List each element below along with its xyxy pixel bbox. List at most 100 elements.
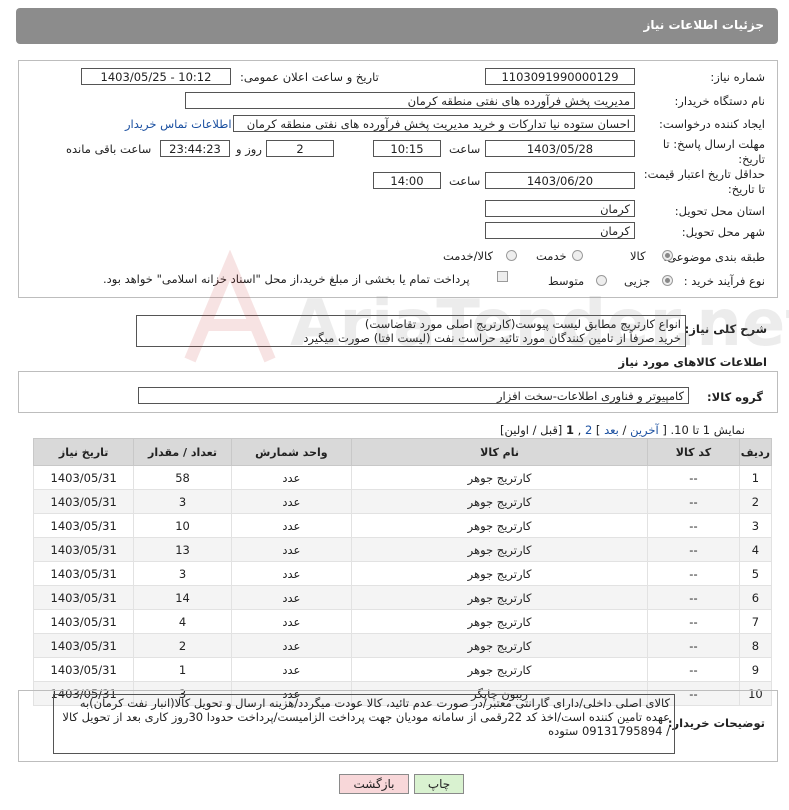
cell-row-number: 2	[738, 489, 773, 514]
cell-need-date: 1403/05/31	[32, 489, 135, 514]
cell-need-date: 1403/05/31	[32, 585, 135, 610]
need-number-field: 1103091990000129	[485, 68, 635, 85]
goods-table: ردیف کد کالا نام کالا واحد شمارش تعداد /…	[32, 438, 773, 706]
remaining-label: ساعت باقی مانده	[66, 142, 152, 156]
pagination-last-link[interactable]: آخرین	[630, 423, 659, 437]
pagination-comma: ,	[577, 423, 582, 437]
buyer-org-field: مدیریت پخش فرآورده های نفتی منطقه کرمان	[185, 92, 635, 109]
cell-row-number: 4	[738, 537, 773, 562]
cell-item-code: --	[647, 513, 740, 538]
pagination-shown: نمایش 1 تا 10.	[670, 423, 745, 437]
pagination-page-1: 1	[565, 423, 574, 437]
deadline-label: مهلت ارسال پاسخ: تا تاریخ:	[645, 137, 765, 167]
buyer-notes-label: توضیحات خریدار:	[667, 716, 765, 730]
buyer-org-label: نام دستگاه خریدار:	[674, 94, 765, 108]
cell-item-code: --	[647, 585, 740, 610]
col-need-date: تاریخ نیاز	[32, 438, 135, 466]
cell-unit: عدد	[230, 465, 353, 490]
province-field: کرمان	[485, 200, 635, 217]
description-line-2: خرید صرفاً از تامین کنندگان مورد تائید ح…	[303, 331, 681, 345]
cell-item-code: --	[647, 561, 740, 586]
city-label: شهر محل تحویل:	[681, 225, 765, 239]
cell-item-code: --	[647, 489, 740, 514]
description-line-1: انواع کارتریج مطابق لیست پیوست(کارتریج ا…	[364, 317, 681, 331]
cell-item-name: کارتریج جوهر	[350, 657, 649, 682]
remaining-time-field: 23:44:23	[160, 140, 230, 157]
cell-row-number: 6	[738, 585, 773, 610]
cell-quantity: 58	[133, 465, 232, 490]
description-textarea: انواع کارتریج مطابق لیست پیوست(کارتریج ا…	[136, 315, 686, 347]
cell-item-name: کارتریج جوهر	[350, 633, 649, 658]
validity-date-field: 1403/06/20	[485, 172, 635, 189]
col-item-code: کد کالا	[647, 438, 740, 466]
cell-row-number: 5	[738, 561, 773, 586]
table-row: 3 -- کارتریج جوهر عدد 10 1403/05/31	[32, 513, 773, 538]
cell-item-name: کارتریج جوهر	[350, 465, 649, 490]
cell-row-number: 1	[738, 465, 773, 490]
cell-unit: عدد	[230, 561, 353, 586]
col-item-name: نام کالا	[350, 438, 649, 466]
pagination-page-2[interactable]: 2	[585, 423, 592, 437]
cell-unit: عدد	[230, 537, 353, 562]
back-button[interactable]: بازگشت	[339, 774, 409, 794]
cell-item-name: کارتریج جوهر	[350, 561, 649, 586]
cell-item-name: کارتریج جوهر	[350, 609, 649, 634]
pagination-close: ]	[595, 423, 601, 437]
cell-quantity: 10	[133, 513, 232, 538]
buyer-notes-textarea: کالای اصلی داخلی/دارای گارانتی معتبر/در …	[53, 694, 675, 754]
need-number-label: شماره نیاز:	[710, 70, 765, 84]
announce-field: 1403/05/25 - 10:12	[81, 68, 231, 85]
category-service-label: خدمت	[536, 249, 567, 263]
process-radio-medium[interactable]	[596, 275, 607, 286]
cell-item-name: کارتریج جوهر	[350, 537, 649, 562]
page-title: جزئیات اطلاعات نیاز	[643, 18, 764, 32]
deadline-time-label: ساعت	[449, 142, 481, 156]
process-radio-minor[interactable]	[662, 275, 673, 286]
cell-quantity: 1	[133, 657, 232, 682]
deadline-time-field: 10:15	[373, 140, 441, 157]
table-row: 9 -- کارتریج جوهر عدد 1 1403/05/31	[32, 657, 773, 682]
category-both-label: کالا/خدمت	[443, 249, 494, 263]
cell-unit: عدد	[230, 513, 353, 538]
cell-item-name: کارتریج جوهر	[350, 489, 649, 514]
table-row: 6 -- کارتریج جوهر عدد 14 1403/05/31	[32, 585, 773, 610]
process-minor-label: جزیی	[624, 274, 651, 288]
cell-quantity: 3	[133, 561, 232, 586]
treasury-checkbox[interactable]	[497, 271, 508, 282]
cell-item-name: کارتریج جوهر	[350, 585, 649, 610]
cell-row-number: 9	[738, 657, 773, 682]
process-medium-label: متوسط	[548, 274, 585, 288]
cell-unit: عدد	[230, 657, 353, 682]
pagination-next-link[interactable]: بعد	[604, 423, 619, 437]
days-label: روز و	[236, 142, 262, 156]
category-radio-goods[interactable]	[662, 250, 673, 261]
print-button[interactable]: چاپ	[414, 774, 464, 794]
col-unit: واحد شمارش	[230, 438, 353, 466]
province-label: استان محل تحویل:	[674, 204, 765, 218]
goods-group-label: گروه کالا:	[707, 390, 763, 404]
cell-need-date: 1403/05/31	[32, 561, 135, 586]
cell-quantity: 2	[133, 633, 232, 658]
payment-note: پرداخت تمام یا بخشی از مبلغ خرید،از محل …	[103, 272, 470, 286]
table-row: 8 -- کارتریج جوهر عدد 2 1403/05/31	[32, 633, 773, 658]
cell-row-number: 3	[738, 513, 773, 538]
cell-need-date: 1403/05/31	[32, 513, 135, 538]
pagination: نمایش 1 تا 10. [ آخرین / بعد ] 2 , 1 [قب…	[500, 423, 745, 437]
table-row: 2 -- کارتریج جوهر عدد 3 1403/05/31	[32, 489, 773, 514]
contact-info-link[interactable]: اطلاعات تماس خریدار	[125, 117, 232, 131]
validity-label: حداقل تاریخ اعتبار قیمت: تا تاریخ:	[635, 167, 765, 197]
cell-item-code: --	[647, 609, 740, 634]
cell-item-name: کارتریج جوهر	[350, 513, 649, 538]
cell-unit: عدد	[230, 609, 353, 634]
cell-quantity: 4	[133, 609, 232, 634]
cell-quantity: 14	[133, 585, 232, 610]
deadline-label-text: مهلت ارسال پاسخ: تا تاریخ:	[662, 137, 765, 166]
category-radio-service[interactable]	[572, 250, 583, 261]
page-header: جزئیات اطلاعات نیاز	[16, 8, 778, 44]
cell-item-code: --	[647, 465, 740, 490]
cell-need-date: 1403/05/31	[32, 609, 135, 634]
category-radio-both[interactable]	[506, 250, 517, 261]
col-quantity: تعداد / مقدار	[133, 438, 232, 466]
cell-row-number: 8	[738, 633, 773, 658]
table-row: 4 -- کارتریج جوهر عدد 13 1403/05/31	[32, 537, 773, 562]
